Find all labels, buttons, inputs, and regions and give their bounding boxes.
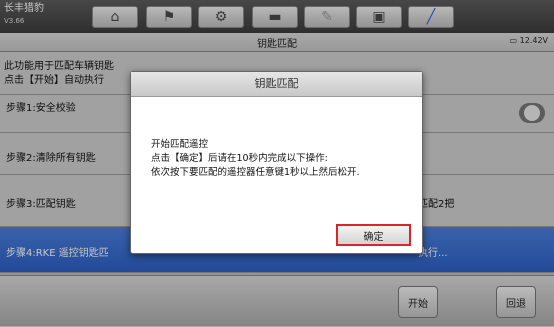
key-match-dialog: 钥匙匹配 开始匹配遥控 点击【确定】后请在10秒内完成以下操作: 依次按下要匹配… <box>130 71 423 254</box>
confirm-button[interactable]: 确定 <box>336 224 411 246</box>
dialog-message-line-3: 依次按下要匹配的遥控器任意键1秒以上然后松开. <box>151 167 360 178</box>
dialog-message-line-2: 点击【确定】后请在10秒内完成以下操作: <box>151 153 328 164</box>
dialog-message-line-1: 开始匹配遥控 <box>151 139 209 150</box>
dialog-title: 钥匙匹配 <box>131 72 422 97</box>
